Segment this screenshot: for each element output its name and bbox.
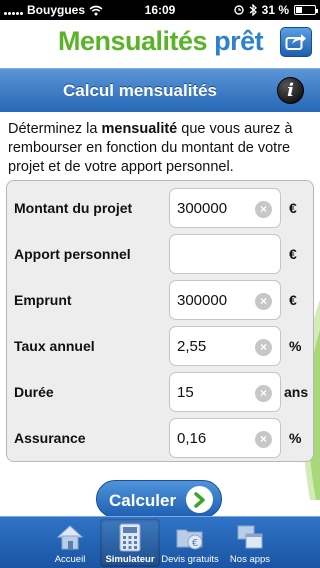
calculate-button-label: Calculer bbox=[109, 491, 177, 510]
bluetooth-icon bbox=[249, 4, 257, 16]
field-label: Emprunt bbox=[14, 292, 72, 308]
tab-devis-gratuits[interactable]: € Devis gratuits bbox=[160, 519, 220, 567]
clear-icon[interactable]: × bbox=[255, 339, 272, 356]
app-logo: Mensualités prêt bbox=[58, 26, 264, 57]
title-bar: Calcul mensualités i bbox=[0, 68, 320, 112]
tab-label: Nos apps bbox=[229, 554, 271, 565]
logo-text-accent: prêt bbox=[214, 26, 264, 56]
clear-icon[interactable]: × bbox=[255, 385, 272, 402]
info-button[interactable]: i bbox=[277, 77, 304, 104]
unit-label: % bbox=[289, 338, 302, 354]
clear-icon[interactable]: × bbox=[255, 431, 272, 448]
svg-text:€: € bbox=[192, 538, 198, 549]
field-label: Taux annuel bbox=[14, 338, 95, 354]
field-label: Apport personnel bbox=[14, 246, 131, 262]
alarm-icon bbox=[233, 5, 244, 15]
apport-personnel-input[interactable] bbox=[169, 234, 281, 274]
clear-icon[interactable]: × bbox=[255, 293, 272, 310]
share-arrow-icon bbox=[285, 34, 306, 50]
battery-icon bbox=[294, 5, 318, 15]
unit-label: € bbox=[289, 246, 297, 262]
field-label: Assurance bbox=[14, 430, 86, 446]
logo-text-main: Mensualités bbox=[58, 26, 208, 56]
calculate-button[interactable]: Calculer bbox=[96, 480, 222, 518]
chevron-right-icon bbox=[186, 486, 213, 513]
form-row-montant: Montant du projet 300000 × € bbox=[7, 188, 313, 228]
unit-label: € bbox=[289, 292, 297, 308]
duree-input[interactable]: 15 × bbox=[169, 372, 281, 412]
field-label: Montant du projet bbox=[14, 200, 133, 216]
montant-projet-input[interactable]: 300000 × bbox=[169, 188, 281, 228]
taux-annuel-input[interactable]: 2,55 × bbox=[169, 326, 281, 366]
page-title: Calcul mensualités bbox=[62, 81, 217, 100]
form-row-apport: Apport personnel € bbox=[7, 234, 313, 274]
form-row-duree: Durée 15 × ans bbox=[7, 372, 313, 412]
form-row-assurance: Assurance 0,16 × % bbox=[7, 418, 313, 458]
battery-percent: 31 % bbox=[261, 3, 289, 17]
field-label: Durée bbox=[14, 384, 54, 400]
home-icon bbox=[56, 525, 84, 550]
calculator-icon bbox=[119, 523, 141, 552]
app-header: Mensualités prêt bbox=[0, 20, 320, 66]
intro-text-emphasis: mensualité bbox=[101, 121, 178, 137]
status-bar: Bouygues 16:09 31 % bbox=[0, 0, 320, 20]
loan-form: Montant du projet 300000 × € Apport pers… bbox=[6, 180, 314, 462]
form-row-emprunt: Emprunt 300000 × € bbox=[7, 280, 313, 320]
unit-label: ans bbox=[284, 384, 309, 400]
field-value: 2,55 bbox=[177, 338, 207, 355]
field-value: 15 bbox=[177, 384, 194, 401]
tab-nos-apps[interactable]: Nos apps bbox=[220, 519, 280, 567]
field-value: 300000 bbox=[177, 200, 228, 217]
clear-icon[interactable]: × bbox=[255, 201, 272, 218]
field-value: 0,16 bbox=[177, 430, 207, 447]
field-value: 300000 bbox=[177, 292, 228, 309]
form-row-taux: Taux annuel 2,55 × % bbox=[7, 326, 313, 366]
assurance-input[interactable]: 0,16 × bbox=[169, 418, 281, 458]
intro-text: Déterminez la mensualité que vous aurez … bbox=[8, 120, 316, 177]
folder-euro-icon: € bbox=[176, 529, 203, 550]
intro-text-start: Déterminez la bbox=[8, 121, 102, 137]
windows-icon bbox=[237, 525, 263, 549]
tab-simulateur[interactable]: Simulateur bbox=[100, 519, 160, 567]
unit-label: % bbox=[289, 430, 302, 446]
unit-label: € bbox=[289, 200, 297, 216]
emprunt-input[interactable]: 300000 × bbox=[169, 280, 281, 320]
tab-accueil[interactable]: Accueil bbox=[40, 519, 100, 567]
tab-bar: Accueil Simulateur € Devis gratuits Nos … bbox=[0, 516, 320, 568]
share-button[interactable] bbox=[280, 27, 312, 57]
